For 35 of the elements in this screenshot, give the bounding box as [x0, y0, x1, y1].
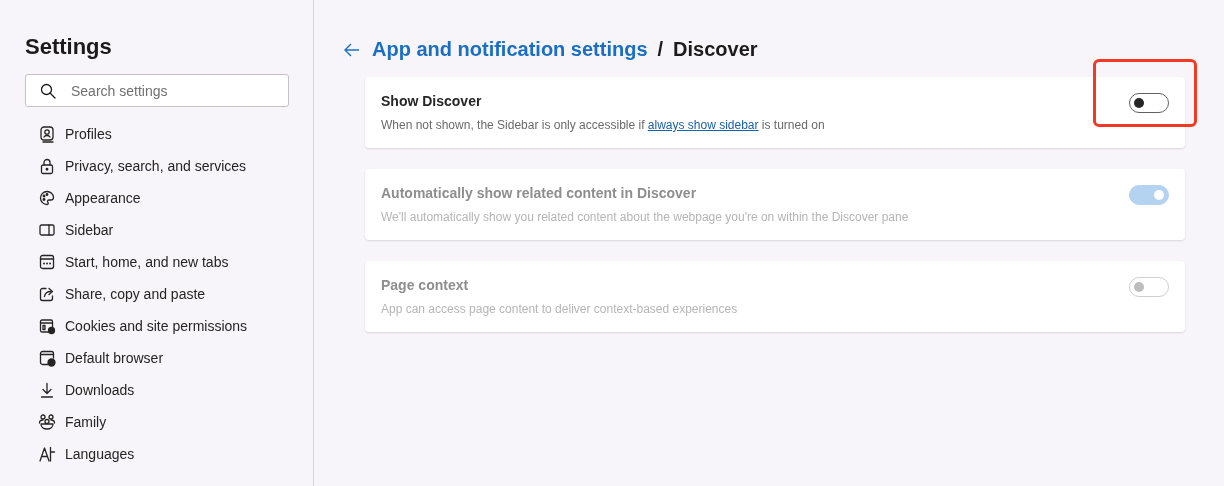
language-icon — [38, 445, 56, 463]
family-icon — [38, 413, 56, 431]
sidebar-item[interactable]: Family — [25, 406, 295, 438]
sidebar-item[interactable]: Appearance — [25, 182, 295, 214]
tab-page-icon — [38, 253, 56, 271]
breadcrumb-link[interactable]: App and notification settings — [372, 38, 648, 61]
download-icon — [38, 381, 56, 399]
sidebar-item[interactable]: Languages — [25, 438, 295, 470]
setting-description: When not shown, the Sidebar is only accessible if always show sidebar is turned on — [381, 118, 825, 132]
profile-icon — [38, 125, 56, 143]
sidebar-setting-link[interactable]: always show sidebar — [647, 118, 759, 132]
sidebar-item[interactable]: Sidebar — [25, 214, 295, 246]
search-icon — [39, 82, 57, 100]
share-icon — [38, 285, 56, 303]
sidebar-item[interactable]: Share, copy and paste — [25, 278, 295, 310]
settings-title: Settings — [25, 34, 113, 60]
setting-description: App can access page content to deliver context-based experiences — [381, 302, 738, 316]
lock-icon — [38, 157, 56, 175]
setting-title: Page context — [381, 277, 470, 293]
sidebar-item[interactable]: Cookies and site permissions — [25, 310, 295, 342]
sidebar-icon — [38, 221, 56, 239]
sidebar-item[interactable]: Start, home, and new tabs — [25, 246, 295, 278]
setting-title: Automatically show related content in Discover — [381, 185, 698, 201]
palette-icon — [38, 189, 56, 207]
breadcrumb-separator: / — [657, 38, 664, 61]
sidebar-item[interactable]: Profiles — [25, 118, 295, 150]
search-field[interactable]: Search settings — [25, 74, 289, 107]
sidebar-item[interactable]: Privacy, search, and services — [25, 150, 295, 182]
setting-title: Show Discover — [381, 93, 483, 109]
cookie-settings-icon — [38, 317, 56, 335]
sidebar-item[interactable]: Default browser — [25, 342, 295, 374]
page-title: Discover — [673, 38, 758, 61]
browser-check-icon — [38, 349, 56, 367]
setting-description: We'll automatically show you related content about the webpage you're on within the Discover pane — [381, 210, 909, 224]
sidebar-item[interactable]: Downloads — [25, 374, 295, 406]
